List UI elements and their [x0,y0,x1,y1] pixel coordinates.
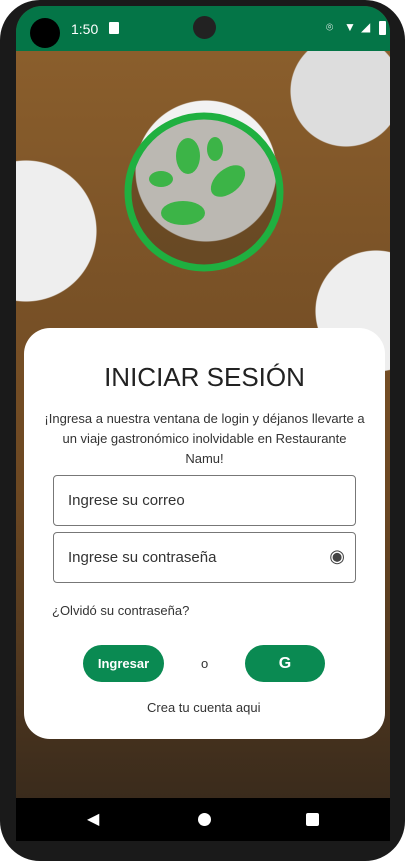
phone-frame: 1:50 ⌾ ▼ ◢ INICIAR SESIÓN ¡Ingresa a nue… [0,0,405,861]
sd-card-icon [109,22,119,34]
logo [124,112,284,272]
login-button[interactable]: Ingresar [83,645,164,682]
description: ¡Ingresa a nuestra ventana de login y dé… [44,411,365,466]
status-bar: 1:50 ⌾ ▼ ◢ [16,6,390,51]
google-login-button[interactable]: G [245,645,325,682]
email-field[interactable]: Ingrese su correo [53,475,356,526]
signal-icon: ◢ [361,20,371,34]
login-card: INICIAR SESIÓN ¡Ingresa a nuestra ventan… [24,328,385,739]
front-camera [193,16,216,39]
navigation-bar: ◀ [16,798,390,841]
forgot-password-link[interactable]: ¿Olvidó su contraseña? [52,603,189,618]
battery-icon [379,21,386,35]
camera-cutout [30,18,60,48]
location-icon: ⌾ [326,20,334,34]
register-link[interactable]: Crea tu cuenta aqui [147,700,260,715]
screen: 1:50 ⌾ ▼ ◢ INICIAR SESIÓN ¡Ingresa a nue… [16,6,390,841]
recents-button[interactable] [306,813,319,826]
clock: 1:50 [71,21,99,37]
page-title: INICIAR SESIÓN [104,362,305,392]
password-field[interactable]: Ingrese su contraseña ◉ [53,532,356,583]
home-button[interactable] [198,813,211,826]
wifi-icon: ▼ [344,20,356,34]
or-label: o [201,656,209,671]
eye-icon[interactable]: ◉ [329,546,345,567]
password-placeholder: Ingrese su contraseña [68,549,217,566]
back-button[interactable]: ◀ [87,809,99,829]
